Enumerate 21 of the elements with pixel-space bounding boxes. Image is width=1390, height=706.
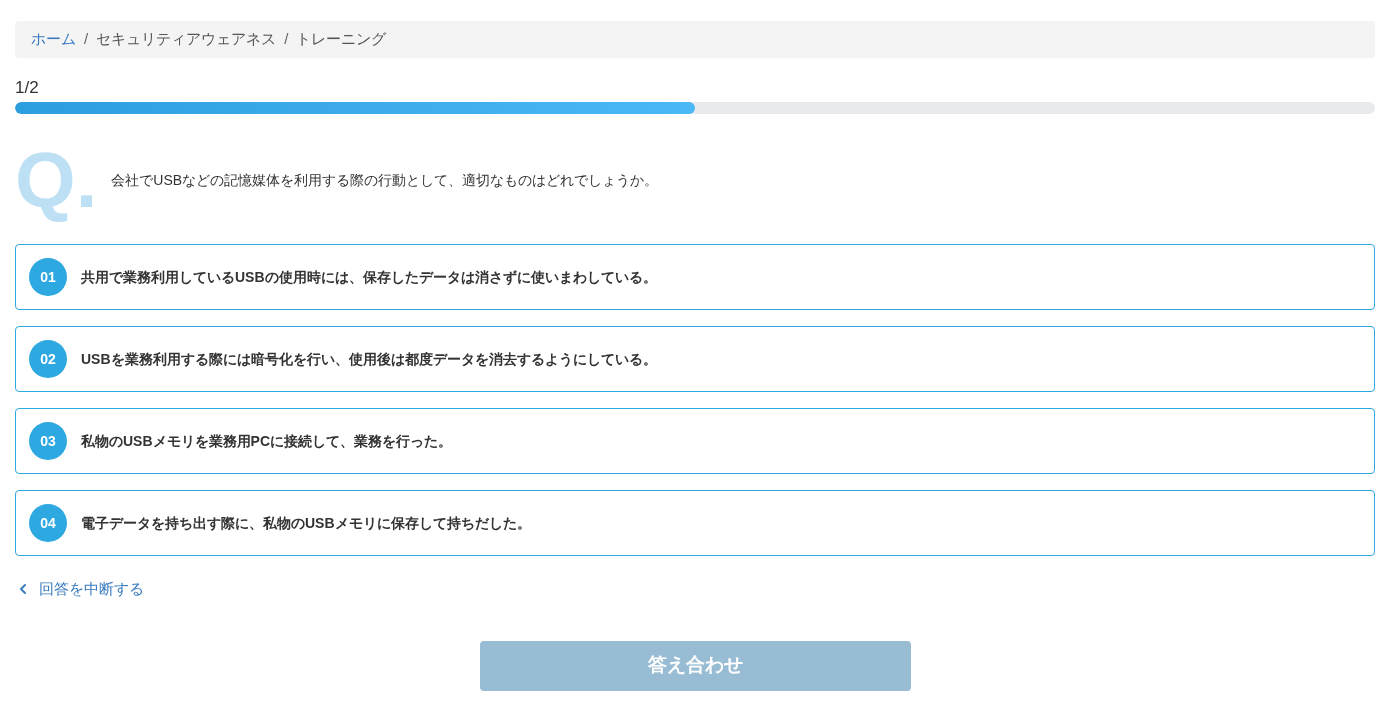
option-text: 電子データを持ち出す際に、私物のUSBメモリに保存して持ちだした。 [81,513,531,533]
breadcrumb-separator: / [84,29,89,50]
back-link-text: 回答を中断する [39,579,144,599]
answer-option[interactable]: 02 USBを業務利用する際には暗号化を行い、使用後は都度データを消去するようにしている。 [15,326,1375,392]
breadcrumb-item: セキュリティアウェアネス [96,29,277,50]
option-number: 02 [29,340,67,378]
answer-option[interactable]: 01 共用で業務利用しているUSBの使用時には、保存したデータは消さずに使いまわしている。 [15,244,1375,310]
option-number: 04 [29,504,67,542]
question-text: 会社でUSBなどの記憶媒体を利用する際の行動として、適切なものはどれでしょうか。 [111,170,659,190]
breadcrumb-separator: / [284,29,289,50]
option-text: 共用で業務利用しているUSBの使用時には、保存したデータは消さずに使いまわしている。 [81,267,657,287]
progress-label: 1/2 [15,78,39,98]
answer-option[interactable]: 04 電子データを持ち出す際に、私物のUSBメモリに保存して持ちだした。 [15,490,1375,556]
option-text: USBを業務利用する際には暗号化を行い、使用後は都度データを消去するようにしている。 [81,349,657,369]
answer-option[interactable]: 03 私物のUSBメモリを業務用PCに接続して、業務を行った。 [15,408,1375,474]
breadcrumb-item: トレーニング [296,29,387,50]
breadcrumb-link[interactable]: ホーム [31,28,76,51]
option-text: 私物のUSBメモリを業務用PCに接続して、業務を行った。 [81,431,452,451]
option-number: 03 [29,422,67,460]
back-link[interactable]: 回答を中断する [15,578,144,601]
option-number: 01 [29,258,67,296]
